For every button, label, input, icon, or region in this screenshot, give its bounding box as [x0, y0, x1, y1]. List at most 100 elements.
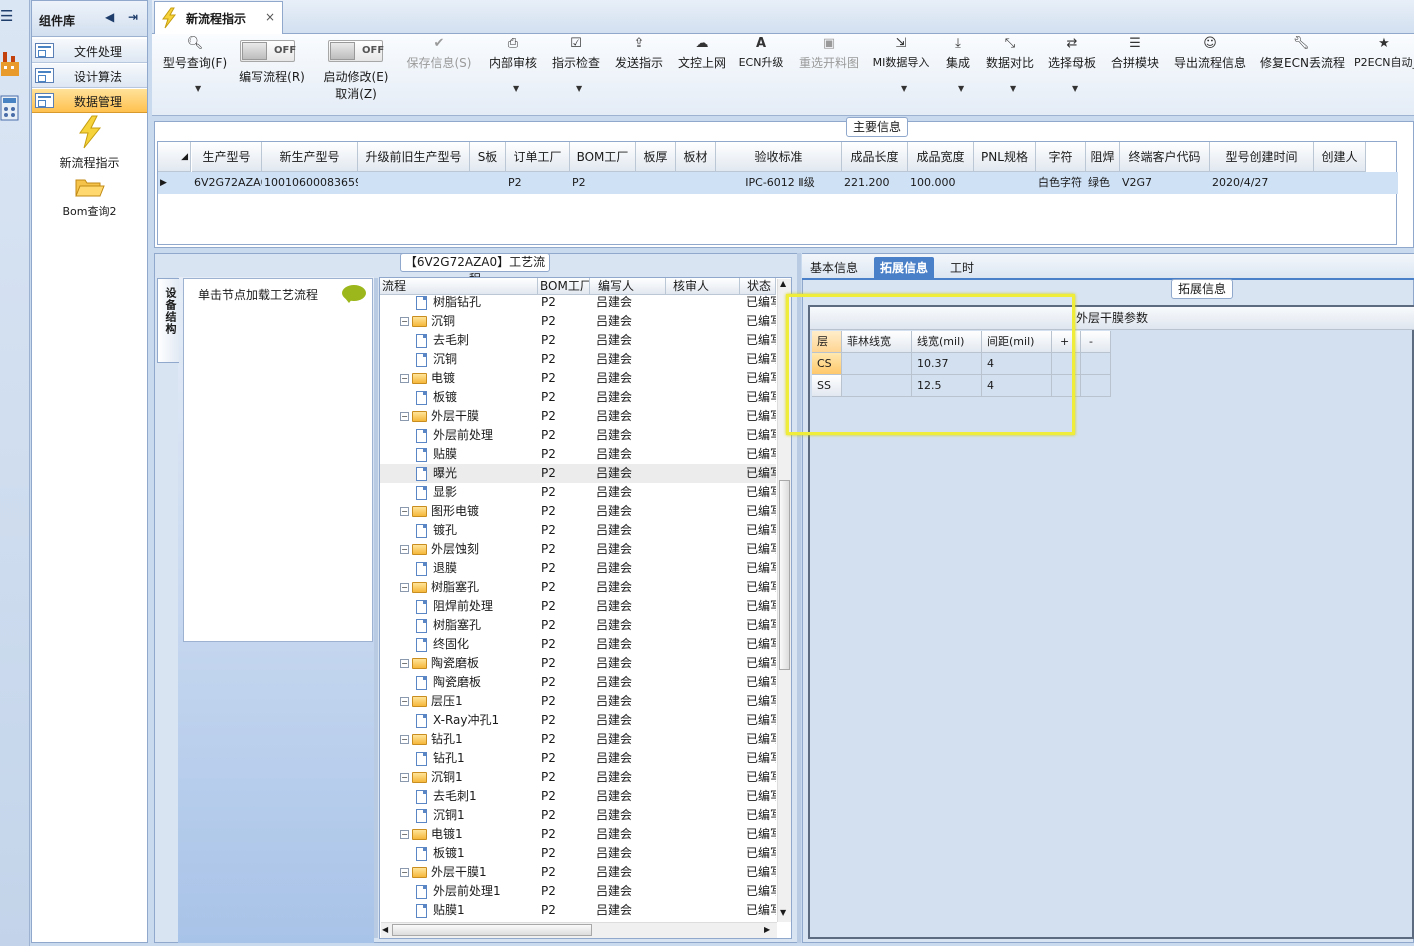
tree-row[interactable]: − 电镀1 P2 吕建会 已编写 [380, 825, 776, 844]
table-cell[interactable]: IPC-6012 Ⅱ级 [716, 172, 842, 194]
pin-icon[interactable]: ⇥ [128, 10, 138, 24]
repair-ecn-button[interactable]: 🔧︎ 修复ECN丢流程 [1260, 34, 1345, 71]
column-header[interactable]: 生产型号 [192, 142, 262, 172]
tab-new-process[interactable]: 新流程指示 × [154, 1, 283, 34]
collapse-icon[interactable]: − [400, 659, 409, 668]
dropdown-arrow-icon[interactable]: ▼ [1072, 84, 1078, 93]
dropdown-arrow-icon[interactable]: ▼ [901, 84, 907, 93]
tile-new-process[interactable]: 新流程指示 [32, 115, 147, 171]
data-compare-button[interactable]: ⤡ 数据对比 ▼ [984, 34, 1036, 93]
tree-row[interactable]: 镀孔 P2 吕建会 已编写 [380, 521, 776, 540]
model-query-button[interactable]: 🔍︎ 型号查询(F) ▼ [160, 34, 230, 93]
collapse-icon[interactable]: − [400, 735, 409, 744]
table-cell[interactable]: 221.200 [842, 172, 908, 194]
cancel-label[interactable]: 取消(Z) [320, 85, 392, 102]
column-header[interactable]: 板材 [676, 142, 716, 172]
tree-row[interactable]: 树脂钻孔 P2 吕建会 已编写 [380, 293, 776, 312]
tree-row[interactable]: − 沉铜 P2 吕建会 已编写 [380, 312, 776, 331]
table-cell[interactable]: P2 [506, 172, 570, 194]
sidebar-item-data-management[interactable]: 数据管理 [32, 89, 147, 113]
column-header[interactable]: S板 [470, 142, 506, 172]
tree-row[interactable]: − 树脂塞孔 P2 吕建会 已编写 [380, 578, 776, 597]
collapse-left-icon[interactable]: ◀ [105, 10, 114, 24]
tree-row[interactable]: 沉铜1 P2 吕建会 已编写 [380, 806, 776, 825]
scroll-down-icon[interactable]: ▼ [780, 908, 786, 917]
tree-row[interactable]: 钻孔1 P2 吕建会 已编写 [380, 749, 776, 768]
column-header[interactable]: 型号创建时间 [1210, 142, 1314, 172]
tab-equipment-structure[interactable]: 设备结构 [157, 278, 179, 363]
sidebar-item-design-algorithm[interactable]: 设计算法 [32, 64, 147, 88]
table-cell[interactable] [470, 172, 506, 194]
tab-basic-info[interactable]: 基本信息 [804, 257, 864, 279]
p2ecn-auto-button[interactable]: ★ P2ECN自动_ ▼ [1354, 34, 1414, 70]
table-cell[interactable] [1081, 375, 1111, 397]
tree-row[interactable]: 退膜 P2 吕建会 已编写 [380, 559, 776, 578]
column-header[interactable]: 验收标准 [716, 142, 842, 172]
column-header[interactable]: 成品长度 [842, 142, 908, 172]
column-header[interactable]: PNL规格 [974, 142, 1036, 172]
collapse-icon[interactable]: − [400, 583, 409, 592]
table-cell[interactable] [636, 172, 676, 194]
scroll-right-icon[interactable]: ▶ [764, 925, 770, 934]
dropdown-arrow-icon[interactable]: ▼ [958, 84, 964, 93]
ecn-upgrade-button[interactable]: A ECN升级 [735, 34, 787, 70]
tree-row[interactable]: 外层前处理 P2 吕建会 已编写 [380, 426, 776, 445]
doc-control-online-button[interactable]: ☁ 文控上网 [674, 34, 730, 71]
tree-row[interactable]: 陶瓷磨板 P2 吕建会 已编写 [380, 673, 776, 692]
table-cell[interactable] [676, 172, 716, 194]
tree-row[interactable]: − 电镀 P2 吕建会 已编写 [380, 369, 776, 388]
splitter-handle[interactable] [374, 278, 378, 938]
switch[interactable]: OFF [240, 40, 296, 62]
tree-row[interactable]: 曝光 P2 吕建会 已编写 [380, 464, 776, 483]
table-cell[interactable] [1081, 353, 1111, 375]
collapse-icon[interactable]: − [400, 697, 409, 706]
integrate-button[interactable]: ⤓ 集成 ▼ [940, 34, 976, 93]
tree-row[interactable]: 阻焊前处理 P2 吕建会 已编写 [380, 597, 776, 616]
column-header[interactable]: 新生产型号 [262, 142, 358, 172]
table-cell[interactable]: P2 [570, 172, 636, 194]
column-header[interactable]: 升级前旧生产型号 [358, 142, 470, 172]
hamburger-icon[interactable]: ☰ [0, 8, 14, 24]
tree-row[interactable]: − 钻孔1 P2 吕建会 已编写 [380, 730, 776, 749]
save-info-button[interactable]: ✔ 保存信息(S) [404, 34, 474, 71]
table-cell[interactable] [1314, 172, 1366, 194]
tree-row[interactable]: X-Ray冲孔1 P2 吕建会 已编写 [380, 711, 776, 730]
calculator-icon[interactable] [0, 94, 20, 124]
tab-work-hours[interactable]: 工时 [944, 257, 980, 279]
select-mother-board-button[interactable]: ⇄ 选择母板 ▼ [1046, 34, 1098, 93]
tree-row[interactable]: − 层压1 P2 吕建会 已编写 [380, 692, 776, 711]
column-header[interactable]: BOM工厂 [570, 142, 636, 172]
column-header[interactable]: 订单工厂 [506, 142, 570, 172]
switch[interactable]: OFF [328, 40, 384, 62]
table-cell[interactable]: 2020/4/27 [1210, 172, 1314, 194]
tree-row[interactable]: 贴膜1 P2 吕建会 已编写 [380, 901, 776, 920]
tree-row[interactable]: 去毛刺 P2 吕建会 已编写 [380, 331, 776, 350]
internal-review-button[interactable]: ⎙ 内部审核 ▼ [485, 34, 541, 93]
column-header[interactable]: 成品宽度 [908, 142, 974, 172]
dropdown-arrow-icon[interactable]: ▼ [1010, 84, 1016, 93]
tree-row[interactable]: 树脂塞孔 P2 吕建会 已编写 [380, 616, 776, 635]
tree-row[interactable]: 板镀1 P2 吕建会 已编写 [380, 844, 776, 863]
tree-row[interactable]: 板镀 P2 吕建会 已编写 [380, 388, 776, 407]
tree-row[interactable]: − 外层蚀刻 P2 吕建会 已编写 [380, 540, 776, 559]
tree-row[interactable]: − 图形电镀 P2 吕建会 已编写 [380, 502, 776, 521]
tree-row[interactable]: 沉铜 P2 吕建会 已编写 [380, 350, 776, 369]
tree-row[interactable]: 贴膜 P2 吕建会 已编写 [380, 445, 776, 464]
column-header[interactable]: 字符 [1036, 142, 1086, 172]
dropdown-arrow-icon[interactable]: ▼ [576, 84, 582, 93]
mi-data-import-button[interactable]: ⇲ MI数据导入 ▼ [868, 34, 934, 93]
column-header[interactable]: 创建人 [1314, 142, 1366, 172]
tree-row[interactable]: 去毛刺1 P2 吕建会 已编写 [380, 787, 776, 806]
scroll-thumb[interactable] [392, 924, 592, 936]
tree-row[interactable]: 外层前处理1 P2 吕建会 已编写 [380, 882, 776, 901]
table-cell[interactable]: V2G7 [1120, 172, 1210, 194]
export-process-info-button[interactable]: ☺ 导出流程信息 [1172, 34, 1248, 71]
collapse-icon[interactable]: − [400, 830, 409, 839]
collapse-icon[interactable]: − [400, 545, 409, 554]
table-cell[interactable] [974, 172, 1036, 194]
collapse-icon[interactable]: − [400, 507, 409, 516]
close-icon[interactable]: × [265, 10, 275, 24]
dropdown-arrow-icon[interactable]: ▼ [513, 84, 519, 93]
send-instruction-button[interactable]: ⇪ 发送指示 [611, 34, 667, 71]
collapse-icon[interactable]: − [400, 374, 409, 383]
